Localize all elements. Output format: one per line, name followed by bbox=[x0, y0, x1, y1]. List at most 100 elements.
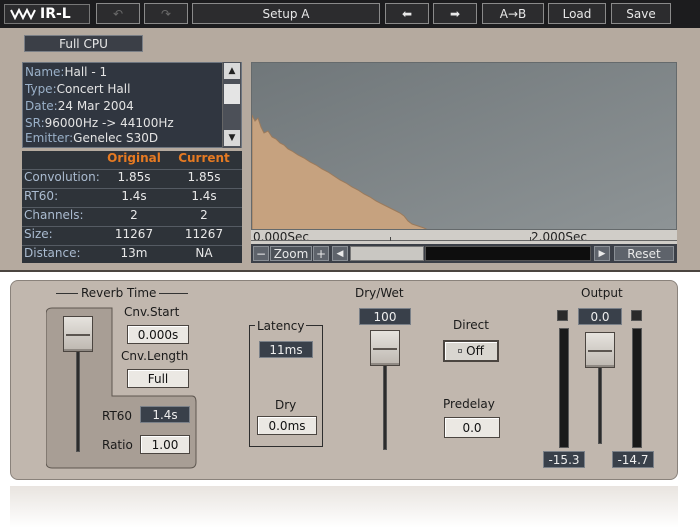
scroll-right-button[interactable]: ▶ bbox=[594, 246, 610, 261]
ir-info-box: Name:Hall - 1 Type:Concert Hall Date:24 … bbox=[22, 62, 242, 148]
reverb-time-title: Reverb Time bbox=[78, 286, 160, 300]
table-header: Original Current bbox=[22, 151, 242, 169]
dry-wet-slider-knob[interactable] bbox=[370, 330, 400, 366]
original-value: 11267 bbox=[114, 227, 154, 241]
save-button[interactable]: Save bbox=[611, 3, 671, 24]
dry-wet-title: Dry/Wet bbox=[355, 286, 404, 300]
info-emitter-value: Genelec S30D bbox=[73, 131, 159, 145]
time-tick-end: 2.000Sec bbox=[531, 230, 587, 244]
info-date-value: 24 Mar 2004 bbox=[57, 99, 134, 113]
cnv-start-field[interactable]: 0.000s bbox=[127, 325, 189, 344]
save-label: Save bbox=[626, 6, 656, 21]
scroll-thumb[interactable] bbox=[224, 84, 240, 104]
original-value: 13m bbox=[120, 246, 148, 260]
axis-line bbox=[251, 240, 677, 241]
current-value: 1.85s bbox=[187, 170, 221, 184]
cnv-length-field[interactable]: Full bbox=[127, 369, 189, 388]
current-value: 11267 bbox=[184, 227, 224, 241]
table-row: Channels: 2 2 bbox=[22, 207, 242, 225]
load-label: Load bbox=[562, 6, 592, 21]
latency-value: 11ms bbox=[259, 341, 313, 358]
info-name-row: Name:Hall - 1 bbox=[25, 65, 221, 82]
setup-name-field[interactable]: Setup A bbox=[192, 3, 380, 24]
info-type-value: Concert Hall bbox=[56, 82, 131, 96]
direct-toggle-button[interactable]: Off bbox=[443, 340, 499, 362]
info-sr-label: SR: bbox=[25, 116, 45, 130]
arrow-left-icon: ⬅ bbox=[401, 6, 413, 21]
left-clip-led-icon[interactable] bbox=[557, 310, 568, 321]
rt60-value: 1.4s bbox=[140, 406, 190, 423]
row-label: RT60: bbox=[24, 189, 59, 203]
zoom-scroll-track[interactable] bbox=[425, 246, 591, 261]
left-output-meter bbox=[559, 328, 569, 448]
output-slider-knob[interactable] bbox=[585, 332, 615, 368]
toolbar: IR-L ↶ ↷ Setup A ⬅ ➡ A→B Load Save bbox=[0, 0, 700, 28]
predelay-title: Predelay bbox=[443, 397, 495, 411]
reverb-time-slider-knob[interactable] bbox=[63, 316, 93, 352]
info-type-row: Type:Concert Hall bbox=[25, 82, 221, 99]
minus-icon: − bbox=[255, 246, 267, 261]
triangle-right-icon: ▶ bbox=[598, 248, 606, 259]
axis-tick bbox=[530, 237, 531, 241]
waves-logo-icon bbox=[10, 8, 36, 20]
axis-tick bbox=[390, 237, 391, 241]
ratio-field[interactable]: 1.00 bbox=[140, 435, 190, 454]
redo-button[interactable]: ↷ bbox=[144, 3, 188, 24]
table-row: RT60: 1.4s 1.4s bbox=[22, 188, 242, 206]
triangle-left-icon: ◀ bbox=[336, 248, 344, 259]
scroll-left-button[interactable]: ◀ bbox=[332, 246, 348, 261]
table-row: Convolution: 1.85s 1.85s bbox=[22, 169, 242, 187]
zoom-scroll-thumb[interactable] bbox=[350, 246, 424, 261]
current-value: 1.4s bbox=[191, 189, 217, 203]
cnv-length-label: Cnv.Length bbox=[121, 349, 189, 363]
zoom-label: Zoom bbox=[270, 246, 312, 261]
latency-title: Latency bbox=[255, 319, 307, 333]
setup-name: Setup A bbox=[262, 6, 310, 21]
info-type-label: Type: bbox=[25, 82, 57, 96]
info-scrollbar[interactable]: ▲ ▼ bbox=[222, 62, 241, 148]
zoom-label-text: Zoom bbox=[273, 246, 309, 261]
ir-l-plugin-window: IR-L ↶ ↷ Setup A ⬅ ➡ A→B Load Save Full … bbox=[0, 0, 700, 528]
undo-button[interactable]: ↶ bbox=[96, 3, 140, 24]
reset-button[interactable]: Reset bbox=[614, 246, 674, 261]
info-sr-value: 96000Hz -> 44100Hz bbox=[44, 116, 174, 130]
right-clip-led-icon[interactable] bbox=[631, 310, 642, 321]
dry-latency-field[interactable]: 0.0ms bbox=[257, 416, 317, 435]
load-button[interactable]: Load bbox=[548, 3, 606, 24]
scroll-up-icon[interactable]: ▲ bbox=[224, 63, 240, 79]
ab-toggle-button[interactable]: A→B bbox=[482, 3, 544, 24]
info-name-label: Name: bbox=[25, 65, 65, 79]
redo-icon: ↷ bbox=[160, 6, 172, 21]
left-peak-value[interactable]: -15.3 bbox=[543, 451, 585, 468]
arrow-right-icon: ➡ bbox=[449, 6, 461, 21]
rt60-label: RT60 bbox=[102, 409, 133, 423]
cpu-mode-button[interactable]: Full CPU bbox=[24, 35, 143, 52]
cnv-start-label: Cnv.Start bbox=[124, 305, 180, 319]
zoom-out-button[interactable]: − bbox=[253, 246, 269, 261]
info-name-value: Hall - 1 bbox=[64, 65, 108, 79]
right-peak-value[interactable]: -14.7 bbox=[612, 451, 654, 468]
impulse-response-envelope bbox=[252, 63, 676, 229]
original-value: 2 bbox=[130, 208, 138, 222]
impulse-response-graph[interactable] bbox=[251, 62, 677, 230]
info-date-label: Date: bbox=[25, 99, 58, 113]
dry-wet-value: 100 bbox=[359, 308, 411, 325]
predelay-field[interactable]: 0.0 bbox=[444, 417, 500, 438]
plus-icon: + bbox=[315, 246, 327, 261]
previous-setup-button[interactable]: ⬅ bbox=[385, 3, 429, 24]
time-axis: 0.000Sec 2.000Sec bbox=[251, 230, 677, 244]
col-original-header: Original bbox=[107, 151, 161, 165]
original-value: 1.85s bbox=[117, 170, 151, 184]
scroll-down-icon[interactable]: ▼ bbox=[224, 130, 240, 146]
info-emitter-row: Emitter:Genelec S30D bbox=[25, 131, 221, 148]
cpu-mode-label: Full CPU bbox=[59, 36, 108, 51]
output-title: Output bbox=[581, 286, 623, 300]
zoom-in-button[interactable]: + bbox=[313, 246, 329, 261]
panel-reflection bbox=[10, 486, 678, 528]
ir-properties-table: Original Current Convolution: 1.85s 1.85… bbox=[22, 151, 242, 263]
row-label: Convolution: bbox=[24, 170, 100, 184]
next-setup-button[interactable]: ➡ bbox=[433, 3, 477, 24]
table-row: Distance: 13m NA bbox=[22, 245, 242, 263]
direct-value: Off bbox=[466, 344, 484, 358]
row-label: Channels: bbox=[24, 208, 84, 222]
